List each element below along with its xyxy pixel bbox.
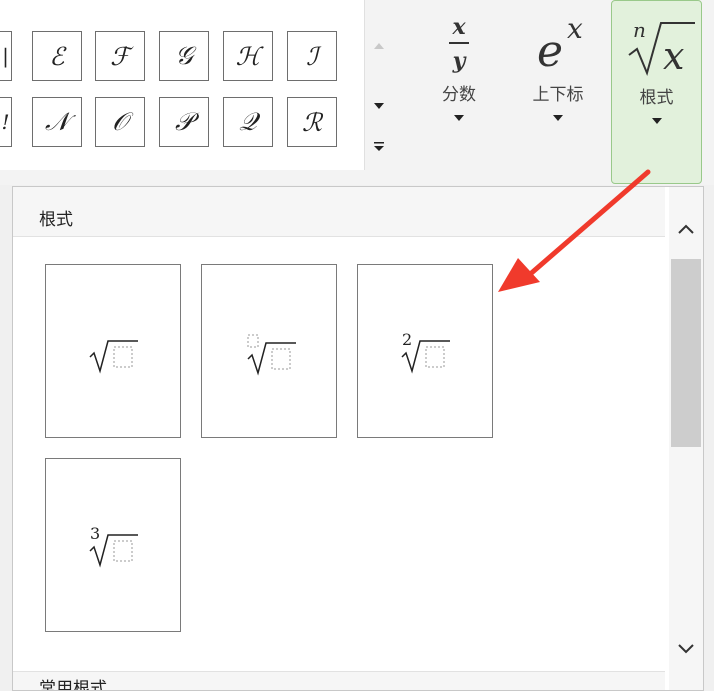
gallery-scroll-down-icon[interactable] xyxy=(365,86,393,126)
fraction-icon: x y xyxy=(449,14,469,74)
dropdown-scrollbar[interactable] xyxy=(669,187,703,690)
nth-root-icon xyxy=(247,334,296,376)
template-square-root[interactable] xyxy=(45,264,181,438)
scroll-down-icon[interactable] xyxy=(669,629,703,669)
fraction-label: 分数 xyxy=(442,85,476,105)
symbol-script-o[interactable]: 𝒪 xyxy=(95,97,145,147)
symbol-script-n[interactable]: 𝒩 xyxy=(32,97,82,147)
square-root-icon xyxy=(89,340,138,374)
root-degree: 3 xyxy=(90,524,100,543)
dropdown-arrow-icon xyxy=(453,111,465,126)
radical-button[interactable]: n x 根式 xyxy=(611,0,702,184)
radical-label: 根式 xyxy=(639,88,674,108)
symbol-script-e[interactable]: ℰ xyxy=(32,31,82,81)
symbol-partial[interactable]: ! xyxy=(0,97,12,147)
script-label: 上下标 xyxy=(532,85,584,105)
gallery-more-icon[interactable] xyxy=(365,126,393,166)
symbol-script-q[interactable]: 𝒬 xyxy=(223,97,273,147)
gallery-scroll-up-icon[interactable] xyxy=(365,26,393,66)
symbol-gallery: | ℰ ℱ 𝒢 ℋ ℐ ! 𝒩 𝒪 𝒫 𝒬 ℛ xyxy=(0,0,364,170)
section-header: 根式 xyxy=(13,187,665,237)
dropdown-arrow-icon xyxy=(651,114,663,129)
equation-ribbon: | ℰ ℱ 𝒢 ℋ ℐ ! 𝒩 𝒪 𝒫 𝒬 ℛ x y 分数 e x 上下标 n… xyxy=(0,0,714,185)
square-root-degree-icon: 2 xyxy=(401,330,450,374)
root-degree: 2 xyxy=(402,330,412,349)
radical-index: n xyxy=(633,18,646,42)
section-title: 根式 xyxy=(39,210,73,230)
symbol-script-i[interactable]: ℐ xyxy=(287,31,337,81)
radical-radicand: x xyxy=(663,34,684,78)
template-cube-root[interactable]: 3 xyxy=(45,458,181,632)
next-section-title: 常用根式 xyxy=(39,679,107,691)
symbol-partial[interactable]: | xyxy=(0,31,12,81)
script-sup: x xyxy=(567,12,583,45)
fraction-denominator: y xyxy=(452,48,468,74)
scroll-up-icon[interactable] xyxy=(669,209,703,249)
symbol-script-p[interactable]: 𝒫 xyxy=(159,97,209,147)
symbol-gallery-scroller xyxy=(364,0,393,170)
template-square-root-with-degree[interactable]: 2 xyxy=(357,264,493,438)
symbol-script-h[interactable]: ℋ xyxy=(223,31,273,81)
symbol-script-f[interactable]: ℱ xyxy=(95,31,145,81)
cube-root-icon: 3 xyxy=(89,524,138,568)
symbol-script-r[interactable]: ℛ xyxy=(287,97,337,147)
fraction-numerator: x xyxy=(451,14,466,40)
dropdown-arrow-icon xyxy=(552,111,564,126)
scroll-thumb[interactable] xyxy=(671,259,701,447)
script-button[interactable]: e x 上下标 xyxy=(518,0,598,180)
superscript-icon: e x xyxy=(537,12,583,76)
fraction-button[interactable]: x y 分数 xyxy=(424,0,494,180)
script-base: e xyxy=(537,26,563,76)
next-section-header: 常用根式 xyxy=(13,671,665,691)
symbol-script-g[interactable]: 𝒢 xyxy=(159,31,209,81)
radical-icon: n x xyxy=(627,18,695,78)
radical-dropdown: 根式 2 3 常用根式 xyxy=(12,186,704,691)
template-nth-root[interactable] xyxy=(201,264,337,438)
